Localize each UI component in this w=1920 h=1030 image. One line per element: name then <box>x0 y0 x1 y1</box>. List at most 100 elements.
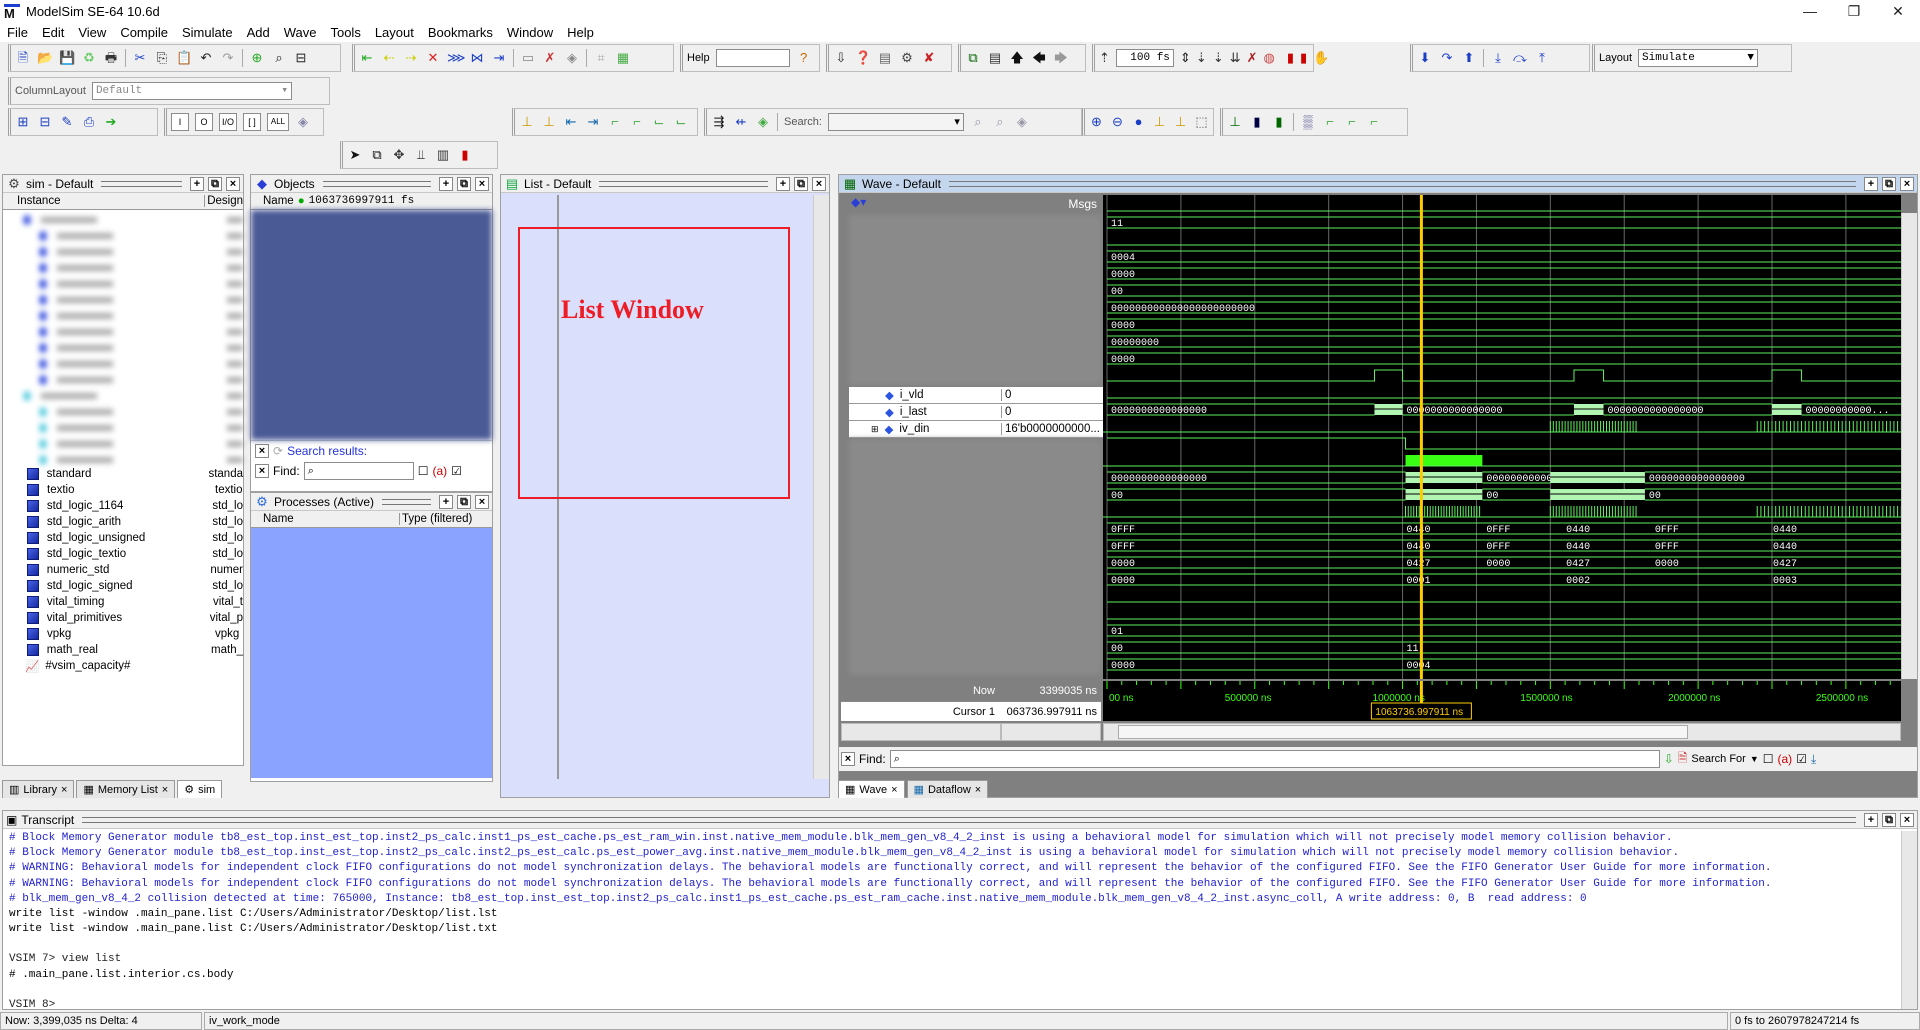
help-search-input[interactable] <box>715 49 790 67</box>
close-search-results-button[interactable]: × <box>255 443 269 458</box>
back-arrow-icon[interactable]: 🡄 <box>1031 50 1047 66</box>
menu-simulate[interactable]: Simulate <box>175 25 240 40</box>
restart-icon[interactable]: ⇡ <box>1099 50 1110 66</box>
copy-icon[interactable]: ⎘ <box>154 50 170 66</box>
panel-drag-handle[interactable] <box>101 180 182 187</box>
list-item-library[interactable]: std_logic_textio std_lo <box>3 546 243 562</box>
panel-drag-handle[interactable] <box>948 180 1856 187</box>
list-item-instance[interactable] <box>3 308 243 324</box>
panel-drag-handle[interactable] <box>599 180 768 187</box>
list-item-instance[interactable] <box>3 420 243 436</box>
tab-wave[interactable]: ▦ Wave × <box>838 780 905 798</box>
zoom-area-icon[interactable]: ⬚ <box>1194 114 1209 130</box>
panel-undock-button[interactable]: ⧉ <box>794 176 808 191</box>
zoom-cursor-icon[interactable]: ⊥ <box>1152 114 1167 130</box>
list-item-instance[interactable] <box>3 356 243 372</box>
collapse-icon[interactable]: ⊟ <box>293 50 309 66</box>
tab-dataflow[interactable]: ▦ Dataflow × <box>906 780 989 798</box>
new-file-icon[interactable]: 🗎 <box>15 50 31 66</box>
menu-wave[interactable]: Wave <box>277 25 324 40</box>
delta-icon[interactable]: ◈ <box>755 114 771 130</box>
refresh-icon[interactable]: ♻ <box>81 50 97 66</box>
name-column[interactable]: Name <box>251 195 294 207</box>
panel-close-button[interactable]: × <box>812 176 826 191</box>
run-length-input[interactable] <box>1115 49 1174 67</box>
continue-icon[interactable]: ⇣ <box>1213 50 1224 66</box>
expand-time-icon[interactable]: ⇶ <box>711 114 727 130</box>
close-icon[interactable]: × <box>162 784 168 796</box>
list-item-instance[interactable] <box>3 276 243 292</box>
list-item-instance[interactable] <box>3 388 243 404</box>
panel-close-button[interactable]: × <box>1900 812 1914 827</box>
wave-timeline[interactable]: 00 ns 500000 ns 1000000 ns 1500000 ns 200000… <box>1103 681 1901 721</box>
panel-add-button[interactable]: + <box>190 176 204 191</box>
stretch-edge-icon[interactable]: ⋙ <box>447 50 466 66</box>
names-horizontal-scrollbar[interactable] <box>841 723 1001 741</box>
list-vertical-scrollbar[interactable] <box>813 195 829 779</box>
run-icon[interactable]: ⇣ <box>1196 50 1207 66</box>
menu-window[interactable]: Window <box>500 25 560 40</box>
menu-compile[interactable]: Compile <box>113 25 175 40</box>
close-icon[interactable]: × <box>61 784 67 796</box>
zoom-mode-icon[interactable]: ⧉ <box>369 147 385 163</box>
instance-column[interactable]: Instance <box>3 195 204 207</box>
filter-inout-button[interactable]: I/O <box>219 113 237 131</box>
process-type-column[interactable]: Type (filtered) <box>399 513 472 525</box>
list-item-library[interactable]: math_real math_ <box>3 642 243 658</box>
filter-internal-button[interactable]: [ ] <box>243 113 261 131</box>
wave-canvas[interactable]: 1100040000000000000000000000000000000000… <box>1103 195 1901 679</box>
wave-find-input[interactable]: ⌕ <box>889 750 1660 768</box>
list-item-library[interactable]: std_logic_1164 std_lo <box>3 498 243 514</box>
panel-drag-handle[interactable] <box>82 816 1856 823</box>
compile-all-icon[interactable]: ❓ <box>855 50 871 66</box>
zoom-full-icon[interactable]: ● <box>1131 114 1146 130</box>
wave-signal-row[interactable]: ◆ i_last 0 <box>849 404 1103 421</box>
wave-vertical-scrollbar[interactable] <box>1901 213 1917 679</box>
cursor-1-label[interactable]: Cursor 1 <box>841 701 1001 721</box>
list-item-instance[interactable] <box>3 452 243 468</box>
stop-mode-icon[interactable]: ▮ <box>457 147 473 163</box>
delete-cursor-icon[interactable]: ⊥ <box>541 114 557 130</box>
edge-style-3-icon[interactable]: ⌐ <box>1366 114 1382 130</box>
step-over-dropdown-icon[interactable]: ⤼ <box>1512 50 1528 66</box>
save-object-icon[interactable]: ⎙ <box>81 114 97 130</box>
multi-pulse-icon[interactable]: ▮ <box>1271 114 1287 130</box>
list-item-vsim-capacity[interactable]: 📈 #vsim_capacity# <box>3 658 243 674</box>
step-over-icon[interactable]: ↷ <box>1439 50 1455 66</box>
list-item-library[interactable]: std_logic_signed std_lo <box>3 578 243 594</box>
wave-signal-row[interactable]: ⊞ ◆ iv_din 16'b0000000000... <box>849 421 1103 438</box>
compile-selected-icon[interactable]: ▤ <box>877 50 893 66</box>
break-run-icon[interactable]: ✗ <box>1247 50 1258 66</box>
panel-close-button[interactable]: × <box>226 176 240 191</box>
close-find-button[interactable]: × <box>255 464 269 478</box>
find-options-icon[interactable]: ⤓ <box>1811 752 1816 767</box>
compile-icon[interactable]: ⇩ <box>833 50 849 66</box>
panel-add-button[interactable]: + <box>1864 812 1878 827</box>
save-icon[interactable]: 💾 <box>59 50 75 66</box>
wave-invert-icon[interactable]: ⌗ <box>593 50 609 66</box>
filter-input-button[interactable]: I <box>171 113 189 131</box>
next-edge-icon[interactable]: ⇢ <box>403 50 419 66</box>
list-item-instance[interactable] <box>3 404 243 420</box>
hand-pan-icon[interactable]: ✋ <box>1313 50 1329 66</box>
panel-close-button[interactable]: × <box>475 176 489 191</box>
edit-object-icon[interactable]: ✎ <box>59 114 75 130</box>
panel-undock-button[interactable]: ⧉ <box>457 494 471 509</box>
search-options-icon[interactable]: ◈ <box>1014 114 1030 130</box>
remove-object-icon[interactable]: ⊟ <box>37 114 53 130</box>
collapse-time-icon[interactable]: ⇷ <box>733 114 749 130</box>
menu-file[interactable]: File <box>0 25 35 40</box>
maximize-button[interactable]: ❐ <box>1832 0 1876 22</box>
step-out-dropdown-icon[interactable]: ⤒ <box>1534 50 1550 66</box>
menu-layout[interactable]: Layout <box>368 25 421 40</box>
paste-icon[interactable]: 📋 <box>176 50 192 66</box>
stop-icon[interactable]: ◍ <box>1264 50 1275 66</box>
find-doc-icon[interactable]: 🗎 <box>1678 749 1688 770</box>
tab-memory-list[interactable]: ▦ Memory List × <box>76 780 176 798</box>
export-object-icon[interactable]: ➔ <box>103 114 119 130</box>
menu-view[interactable]: View <box>71 25 113 40</box>
prev-falling-icon[interactable]: ⌐ <box>607 114 623 130</box>
menu-edit[interactable]: Edit <box>35 25 71 40</box>
undo-icon[interactable]: ↶ <box>198 50 214 66</box>
list-item-instance[interactable] <box>3 340 243 356</box>
